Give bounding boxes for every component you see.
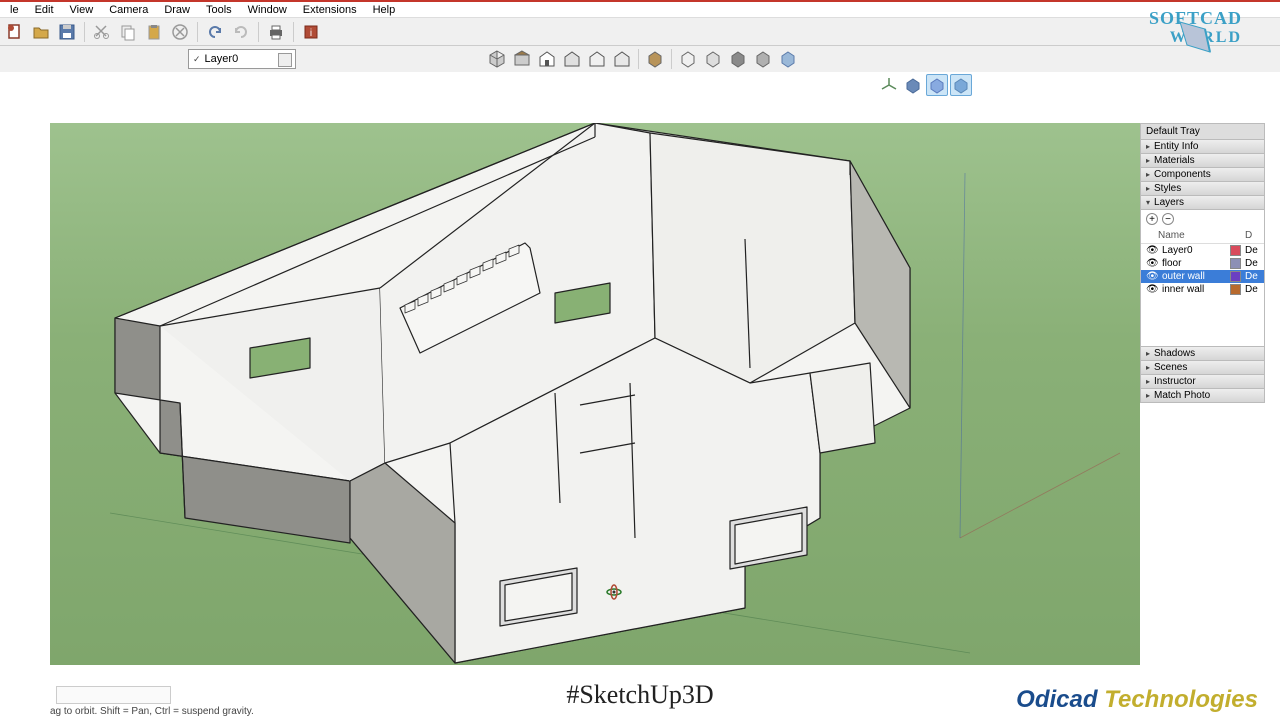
col-name: Name — [1158, 230, 1245, 241]
fog-icon[interactable] — [926, 74, 948, 96]
layer-row[interactable]: 👁 outer wall De — [1141, 270, 1264, 283]
panel-scenes[interactable]: Scenes — [1140, 361, 1265, 375]
layer-name-cell: inner wall — [1162, 284, 1226, 295]
style-wireframe-icon[interactable] — [677, 48, 699, 70]
remove-layer-icon[interactable]: − — [1162, 213, 1174, 225]
shadows-icon[interactable] — [902, 74, 924, 96]
style-xray-icon[interactable] — [777, 48, 799, 70]
add-layer-icon[interactable]: + — [1146, 213, 1158, 225]
menu-window[interactable]: Window — [240, 3, 295, 17]
front-view-icon[interactable] — [536, 48, 558, 70]
layer-row[interactable]: 👁 Layer0 De — [1141, 244, 1264, 257]
view-toolbar — [486, 46, 799, 72]
back-view-icon[interactable] — [586, 48, 608, 70]
save-file-icon[interactable] — [56, 21, 78, 43]
logo-mark-icon — [1175, 17, 1215, 57]
menu-edit[interactable]: Edit — [27, 3, 62, 17]
open-file-icon[interactable] — [30, 21, 52, 43]
layer-row[interactable]: 👁 floor De — [1141, 257, 1264, 270]
layer-color-swatch[interactable] — [1230, 271, 1241, 282]
viewport-3d[interactable] — [50, 123, 1140, 665]
new-file-icon[interactable] — [4, 21, 26, 43]
layer-dash-cell: De — [1245, 245, 1259, 256]
layers-panel-body: + − Name D 👁 Layer0 De 👁 floor De 👁 outer wall D… — [1140, 210, 1265, 347]
edges-icon[interactable] — [950, 74, 972, 96]
svg-text:i: i — [310, 28, 312, 39]
menu-file[interactable]: le — [2, 3, 27, 17]
delete-icon[interactable] — [169, 21, 191, 43]
style-shaded-icon[interactable] — [644, 48, 666, 70]
main-toolbar: i — [0, 18, 1280, 46]
orbit-cursor-icon — [605, 583, 623, 601]
menu-bar: le Edit View Camera Draw Tools Window Ex… — [0, 0, 1280, 18]
model-info-icon[interactable]: i — [300, 21, 322, 43]
iso-view-icon[interactable] — [486, 48, 508, 70]
layer-row[interactable]: 👁 inner wall De — [1141, 283, 1264, 296]
visibility-icon[interactable]: 👁 — [1146, 258, 1158, 269]
cut-icon[interactable] — [91, 21, 113, 43]
col-d: D — [1245, 230, 1259, 241]
brand-odicad: Odicad — [1016, 686, 1104, 713]
menu-view[interactable]: View — [62, 3, 102, 17]
footer-brand: Odicad Technologies — [1016, 686, 1258, 714]
layer-name-cell: Layer0 — [1162, 245, 1226, 256]
layer-dropdown[interactable]: ✓ Layer0 — [188, 49, 296, 69]
print-icon[interactable] — [265, 21, 287, 43]
undo-icon[interactable] — [204, 21, 226, 43]
hashtag-text: #SketchUp3D — [566, 680, 713, 710]
panel-components[interactable]: Components — [1140, 168, 1265, 182]
status-hint: ag to orbit. Shift = Pan, Ctrl = suspend… — [50, 706, 254, 717]
layer-name-cell: floor — [1162, 258, 1226, 269]
brand-technologies: Technologies — [1104, 686, 1258, 713]
paste-icon[interactable] — [143, 21, 165, 43]
layer-name-cell: outer wall — [1162, 271, 1226, 282]
copy-icon[interactable] — [117, 21, 139, 43]
panel-entity-info[interactable]: Entity Info — [1140, 140, 1265, 154]
panel-layers[interactable]: Layers — [1140, 196, 1265, 210]
menu-tools[interactable]: Tools — [198, 3, 240, 17]
visibility-icon[interactable]: 👁 — [1146, 284, 1158, 295]
display-toolbar — [878, 72, 972, 98]
layers-column-header: Name D — [1141, 228, 1264, 244]
footer: ag to orbit. Shift = Pan, Ctrl = suspend… — [0, 670, 1280, 720]
visibility-icon[interactable]: 👁 — [1146, 245, 1158, 256]
layer-dash-cell: De — [1245, 271, 1259, 282]
measurement-input[interactable] — [56, 686, 171, 704]
panel-materials[interactable]: Materials — [1140, 154, 1265, 168]
axes-toggle-icon[interactable] — [878, 74, 900, 96]
left-view-icon[interactable] — [611, 48, 633, 70]
layer-dash-cell: De — [1245, 284, 1259, 295]
menu-extensions[interactable]: Extensions — [295, 3, 365, 17]
menu-draw[interactable]: Draw — [156, 3, 198, 17]
redo-icon[interactable] — [230, 21, 252, 43]
panel-shadows[interactable]: Shadows — [1140, 347, 1265, 361]
layer-color-swatch[interactable] — [1230, 284, 1241, 295]
style-hidden-line-icon[interactable] — [702, 48, 724, 70]
default-tray: Default Tray Entity Info Materials Compo… — [1140, 123, 1265, 403]
menu-camera[interactable]: Camera — [101, 3, 156, 17]
check-icon: ✓ — [193, 54, 201, 65]
tray-title[interactable]: Default Tray — [1140, 123, 1265, 140]
panel-match-photo[interactable]: Match Photo — [1140, 389, 1265, 403]
layer-color-swatch[interactable] — [1230, 258, 1241, 269]
style-mono-icon[interactable] — [752, 48, 774, 70]
menu-help[interactable]: Help — [365, 3, 404, 17]
style-shaded-tex-icon[interactable] — [727, 48, 749, 70]
layer-color-swatch[interactable] — [1230, 245, 1241, 256]
panel-styles[interactable]: Styles — [1140, 182, 1265, 196]
layer-dash-cell: De — [1245, 258, 1259, 269]
visibility-icon[interactable]: 👁 — [1146, 271, 1158, 282]
right-view-icon[interactable] — [561, 48, 583, 70]
model-3d — [50, 123, 1140, 665]
layer-dropdown-value: Layer0 — [205, 53, 239, 65]
panel-instructor[interactable]: Instructor — [1140, 375, 1265, 389]
top-view-icon[interactable] — [511, 48, 533, 70]
